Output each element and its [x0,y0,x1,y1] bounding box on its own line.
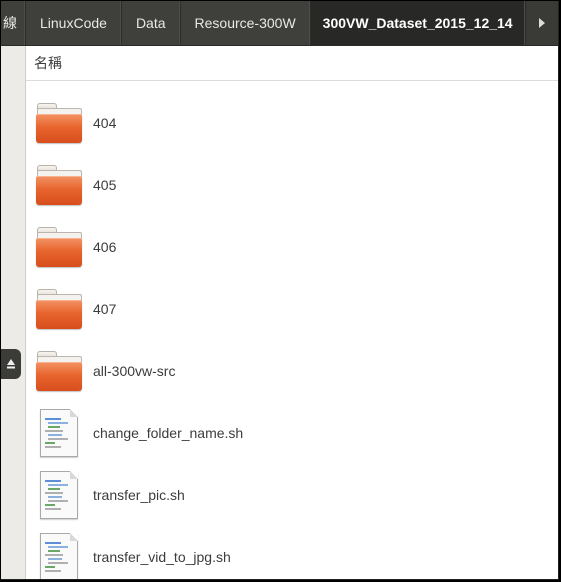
sidebar-edge [1,46,26,579]
shell-script-icon [40,533,78,579]
shell-script-icon [40,409,78,457]
folder-icon [36,103,82,143]
breadcrumb-label: LinuxCode [40,15,107,31]
item-name: transfer_vid_to_jpg.sh [93,549,231,565]
breadcrumb-label: Resource-300W [194,15,296,31]
list-item[interactable]: 404 [26,92,558,154]
breadcrumb-label: Data [135,15,166,31]
item-name: 404 [93,115,117,131]
breadcrumb-item-truncated[interactable]: 線 [1,1,26,45]
breadcrumb-item-current[interactable]: 300VW_Dataset_2015_12_14 [310,1,526,45]
folder-icon [36,165,82,205]
breadcrumb-item-data[interactable]: Data [122,1,181,45]
shell-script-icon [40,471,78,519]
breadcrumb-scroll-right-button[interactable] [525,1,558,45]
list-item[interactable]: transfer_vid_to_jpg.sh [26,526,558,579]
item-name: 405 [93,177,117,193]
list-item[interactable]: change_folder_name.sh [26,402,558,464]
folder-icon [36,227,82,267]
triangle-right-icon [538,18,545,28]
file-manager-window: 線 LinuxCode Data Resource-300W 300VW_Dat… [1,1,559,580]
item-name: change_folder_name.sh [93,425,244,441]
item-name: 406 [93,239,117,255]
folder-icon [36,289,82,329]
breadcrumb: 線 LinuxCode Data Resource-300W 300VW_Dat… [1,1,558,46]
column-header-label: 名稱 [34,55,62,71]
breadcrumb-label: 線 [3,15,17,31]
sidebar-toggle-button[interactable] [1,349,21,379]
item-name: 407 [93,301,117,317]
folder-icon [36,351,82,391]
list-item[interactable]: 406 [26,216,558,278]
eject-icon [7,359,15,369]
item-name: transfer_pic.sh [93,487,185,503]
breadcrumb-label: 300VW_Dataset_2015_12_14 [322,15,513,31]
item-name: all-300vw-src [93,363,176,379]
list-item[interactable]: all-300vw-src [26,340,558,402]
breadcrumb-item-linuxcode[interactable]: LinuxCode [26,1,122,45]
file-list-view: 名稱 404 405 406 407 all-300vw-src change_… [26,46,558,579]
name-column-header[interactable]: 名稱 [26,46,558,81]
list-item[interactable]: 405 [26,154,558,216]
list-item[interactable]: 407 [26,278,558,340]
breadcrumb-item-resource-300w[interactable]: Resource-300W [181,1,311,45]
list-item[interactable]: transfer_pic.sh [26,464,558,526]
